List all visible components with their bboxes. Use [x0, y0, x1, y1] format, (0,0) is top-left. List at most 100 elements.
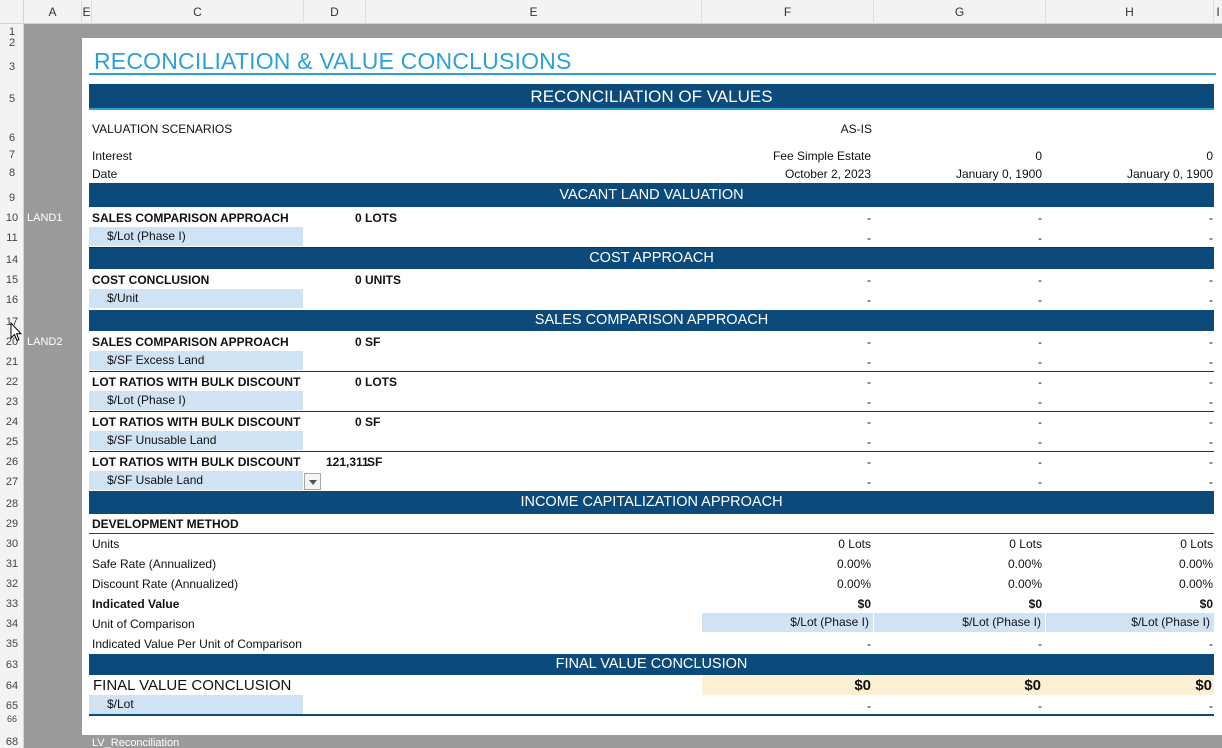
safe-rate-f[interactable]: 0.00% — [702, 557, 871, 571]
cost-conclusion-f[interactable]: - — [702, 273, 871, 287]
date-f[interactable]: October 2, 2023 — [702, 167, 871, 181]
row-header[interactable]: 32 — [0, 578, 24, 590]
row-header[interactable]: 63 — [0, 659, 24, 671]
row-header[interactable]: 5 — [0, 93, 24, 105]
sales-unit-g[interactable]: - — [874, 475, 1042, 489]
row-header[interactable]: 9 — [0, 192, 24, 204]
sales-unit-input[interactable]: $/Lot (Phase I) — [89, 391, 303, 410]
vacant-sales-h[interactable]: - — [1046, 211, 1213, 225]
column-header-g[interactable]: G — [874, 0, 1046, 24]
row-header[interactable]: 64 — [0, 680, 24, 692]
column-header-h[interactable]: H — [1046, 0, 1214, 24]
sales-row-h[interactable]: - — [1046, 455, 1213, 469]
discount-rate-g[interactable]: 0.00% — [874, 577, 1042, 591]
sales-row-g[interactable]: - — [874, 375, 1042, 389]
vacant-unit-input[interactable]: $/Lot (Phase I) — [89, 227, 303, 246]
row-header[interactable]: 16 — [0, 294, 24, 306]
sales-unit-f[interactable]: - — [702, 395, 871, 409]
final-unit-g[interactable]: - — [874, 699, 1042, 713]
row-header[interactable]: 27 — [0, 476, 24, 488]
row-header[interactable]: 8 — [0, 167, 24, 179]
column-header-e1[interactable]: E — [82, 0, 92, 24]
units-h[interactable]: 0 Lots — [1046, 537, 1213, 551]
vacant-unit-g[interactable]: - — [874, 231, 1042, 245]
column-header-e[interactable]: E — [366, 0, 702, 24]
sales-unit-h[interactable]: - — [1046, 395, 1213, 409]
cost-unit-input[interactable]: $/Unit — [89, 289, 303, 308]
sales-row-h[interactable]: - — [1046, 335, 1213, 349]
final-unit-input[interactable]: $/Lot — [89, 695, 303, 714]
row-header[interactable]: 22 — [0, 376, 24, 388]
sales-row-f[interactable]: - — [702, 415, 871, 429]
sales-row-h[interactable]: - — [1046, 375, 1213, 389]
cost-conclusion-g[interactable]: - — [874, 273, 1042, 287]
cost-unit-f[interactable]: - — [702, 293, 871, 307]
row-header[interactable]: 15 — [0, 274, 24, 286]
row-header[interactable]: 21 — [0, 356, 24, 368]
interest-g[interactable]: 0 — [874, 149, 1042, 163]
indicated-value-per-unit-f[interactable]: - — [702, 637, 871, 651]
date-h[interactable]: January 0, 1900 — [1046, 167, 1213, 181]
sales-row-f[interactable]: - — [702, 455, 871, 469]
sales-unit-input[interactable]: $/SF Excess Land — [89, 351, 303, 370]
row-header[interactable]: 11 — [0, 232, 24, 244]
indicated-value-per-unit-g[interactable]: - — [874, 637, 1042, 651]
interest-f[interactable]: Fee Simple Estate — [702, 149, 871, 163]
unit-of-comparison-f[interactable]: $/Lot (Phase I) — [702, 613, 873, 632]
date-g[interactable]: January 0, 1900 — [874, 167, 1042, 181]
indicated-value-g[interactable]: $0 — [874, 597, 1042, 611]
final-value-f[interactable]: $0 — [702, 677, 871, 694]
row-header[interactable]: 28 — [0, 498, 24, 510]
sales-unit-input[interactable]: $/SF Usable Land — [89, 471, 303, 490]
row-header[interactable]: 7 — [0, 149, 24, 161]
column-header-d[interactable]: D — [304, 0, 366, 24]
indicated-value-f[interactable]: $0 — [702, 597, 871, 611]
row-header[interactable]: 10 — [0, 212, 24, 224]
row-header[interactable]: 66 — [0, 715, 24, 724]
sheet-tab-label[interactable]: LV_Reconciliation — [92, 737, 179, 748]
row-header[interactable]: 24 — [0, 416, 24, 428]
unit-of-comparison-h[interactable]: $/Lot (Phase I) — [1046, 613, 1214, 632]
sales-unit-g[interactable]: - — [874, 355, 1042, 369]
sales-unit-input[interactable]: $/SF Unusable Land — [89, 431, 303, 450]
unit-of-comparison-g[interactable]: $/Lot (Phase I) — [874, 613, 1045, 632]
row-header[interactable]: 34 — [0, 618, 24, 630]
row-header[interactable]: 6 — [0, 132, 24, 144]
vacant-unit-f[interactable]: - — [702, 231, 871, 245]
discount-rate-h[interactable]: 0.00% — [1046, 577, 1213, 591]
final-value-g[interactable]: $0 — [874, 677, 1041, 694]
row-header[interactable]: 14 — [0, 254, 24, 266]
final-value-h[interactable]: $0 — [1046, 677, 1212, 694]
row-header[interactable]: 68 — [0, 736, 24, 748]
row-header[interactable]: 2 — [0, 37, 24, 49]
sales-unit-f[interactable]: - — [702, 435, 871, 449]
final-unit-h[interactable]: - — [1046, 699, 1213, 713]
column-header-f[interactable]: F — [702, 0, 874, 24]
sales-unit-h[interactable]: - — [1046, 475, 1213, 489]
safe-rate-g[interactable]: 0.00% — [874, 557, 1042, 571]
sales-unit-g[interactable]: - — [874, 395, 1042, 409]
sales-row-h[interactable]: - — [1046, 415, 1213, 429]
row-header[interactable]: 26 — [0, 456, 24, 468]
sales-unit-h[interactable]: - — [1046, 435, 1213, 449]
sales-unit-h[interactable]: - — [1046, 355, 1213, 369]
indicated-value-h[interactable]: $0 — [1046, 597, 1213, 611]
vacant-unit-h[interactable]: - — [1046, 231, 1213, 245]
column-header-i[interactable]: I — [1214, 0, 1222, 24]
sales-unit-g[interactable]: - — [874, 435, 1042, 449]
select-all-corner[interactable] — [0, 0, 24, 24]
sales-unit-f[interactable]: - — [702, 475, 871, 489]
sales-row-f[interactable]: - — [702, 335, 871, 349]
column-header-c[interactable]: C — [92, 0, 304, 24]
discount-rate-f[interactable]: 0.00% — [702, 577, 871, 591]
row-header[interactable]: 23 — [0, 396, 24, 408]
row-header[interactable]: 35 — [0, 638, 24, 650]
row-header[interactable]: 30 — [0, 538, 24, 550]
row-header[interactable]: 65 — [0, 700, 24, 712]
row-header[interactable]: 29 — [0, 518, 24, 530]
safe-rate-h[interactable]: 0.00% — [1046, 557, 1213, 571]
dropdown-arrow-icon[interactable] — [304, 473, 321, 490]
column-header-a[interactable]: A — [24, 0, 82, 24]
row-header[interactable]: 31 — [0, 558, 24, 570]
vacant-sales-g[interactable]: - — [874, 211, 1042, 225]
